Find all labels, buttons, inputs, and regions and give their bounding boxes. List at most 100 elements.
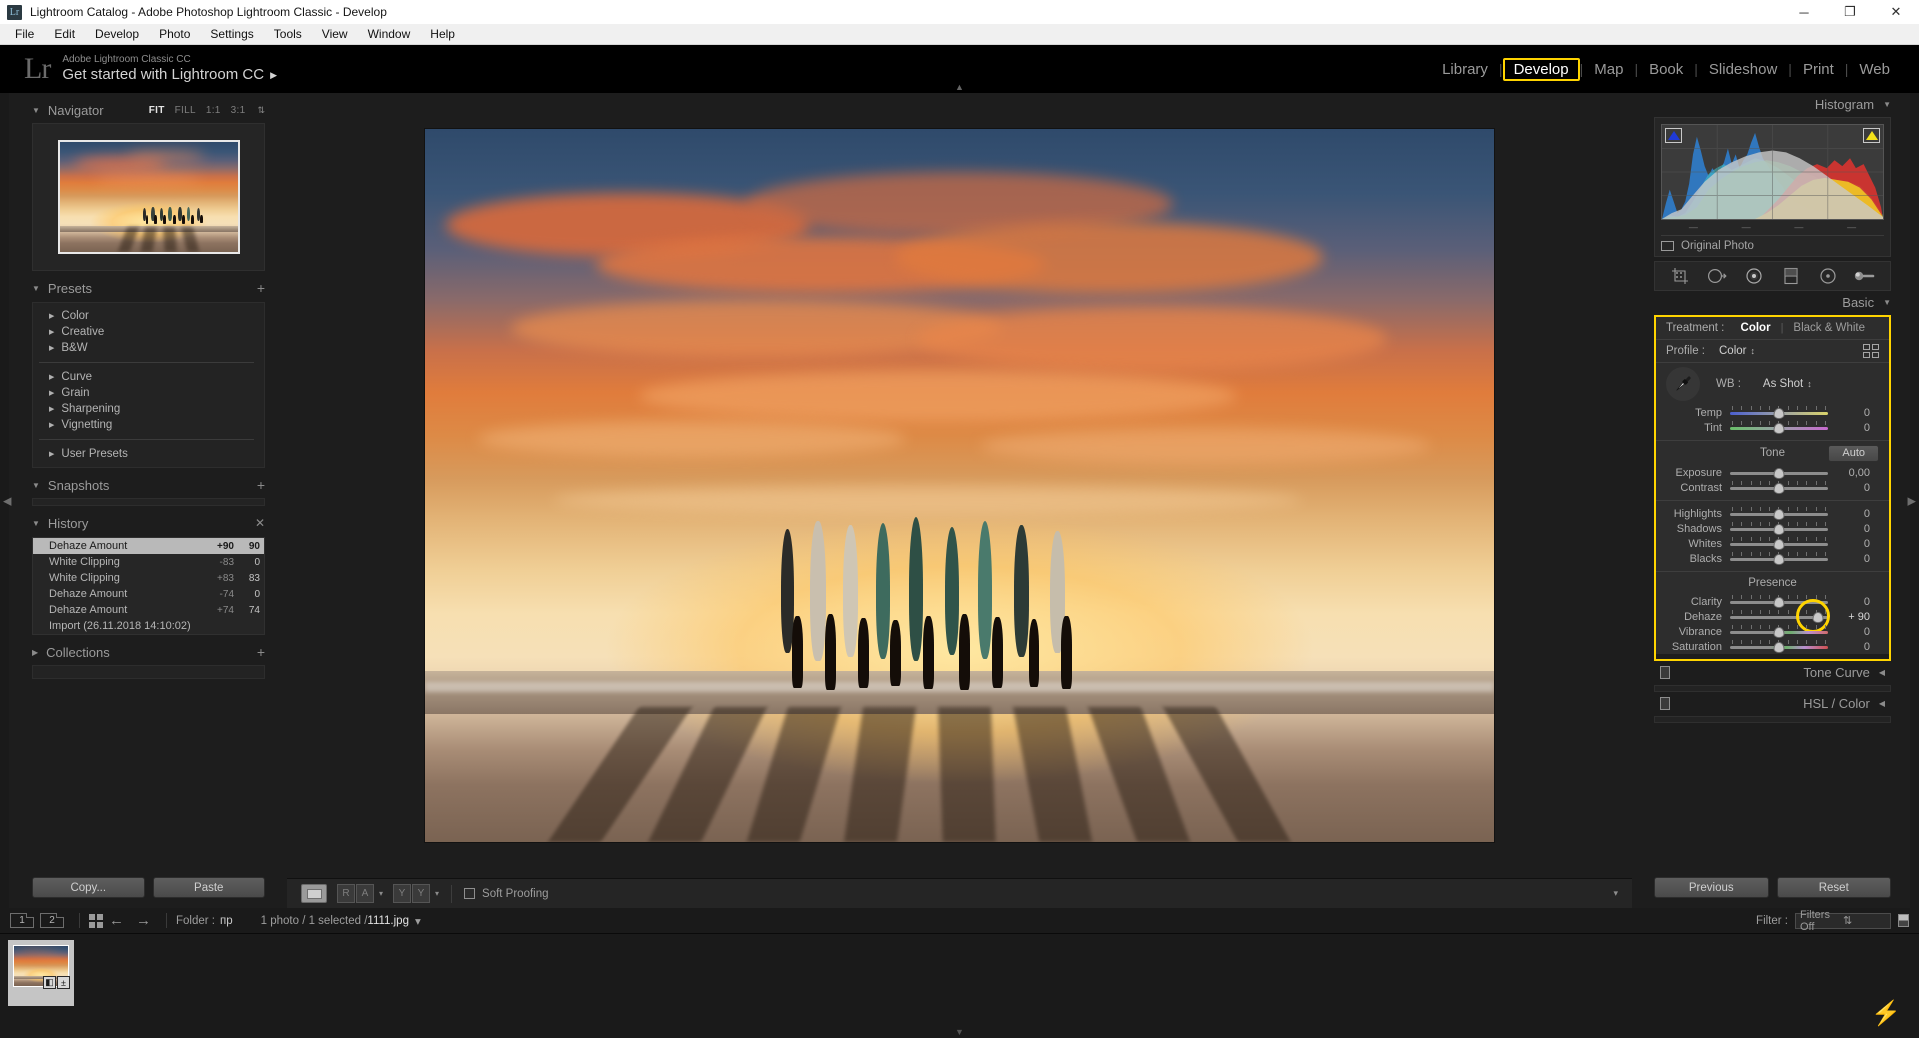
collections-header[interactable]: ▶ Collections + (32, 641, 265, 663)
vibrance-slider[interactable] (1730, 625, 1828, 638)
right-panel-collapse-arrow[interactable]: ▶ (1908, 494, 1916, 507)
temp-slider[interactable] (1730, 406, 1828, 419)
minimize-button[interactable]: ─ (1781, 0, 1827, 24)
compare-view-button[interactable]: R A ▾ (337, 884, 383, 903)
highlights-value[interactable]: 0 (1828, 508, 1870, 520)
filename-caret-icon[interactable]: ▾ (415, 914, 421, 928)
chevron-down-icon[interactable]: ▾ (435, 889, 439, 898)
clarity-slider[interactable] (1730, 595, 1828, 608)
filmstrip-collapse-arrow[interactable]: ▼ (955, 1027, 964, 1037)
develop-badge-icon[interactable]: ± (57, 976, 70, 989)
main-photo[interactable] (425, 129, 1494, 842)
highlight-clipping-icon[interactable] (1863, 128, 1880, 143)
menu-view[interactable]: View (312, 24, 358, 45)
navigator-header[interactable]: ▼ Navigator FIT FILL 1:1 3:1 ⇅ (32, 99, 265, 121)
histogram-header[interactable]: Histogram ▼ (1654, 93, 1891, 115)
go-forward-icon[interactable]: → (136, 913, 151, 928)
history-header[interactable]: ▼ History ✕ (32, 512, 265, 534)
tint-value[interactable]: 0 (1828, 422, 1870, 434)
folder-name[interactable]: пр (220, 915, 233, 927)
module-develop[interactable]: Develop (1502, 57, 1580, 81)
zoom-fit[interactable]: FIT (149, 105, 165, 116)
saturation-slider[interactable] (1730, 640, 1828, 653)
preset-group-sharpening[interactable]: ▶ Sharpening (33, 401, 264, 417)
module-map[interactable]: Map (1583, 58, 1634, 81)
shadows-slider[interactable] (1730, 522, 1828, 535)
graduated-filter-icon[interactable] (1780, 266, 1802, 286)
navigator-preview[interactable] (32, 123, 265, 271)
menu-photo[interactable]: Photo (149, 24, 200, 45)
vibrance-value[interactable]: 0 (1828, 626, 1870, 638)
history-row[interactable]: Dehaze Amount +74 74 (33, 602, 264, 618)
basic-panel-header[interactable]: Basic ▼ (1654, 291, 1891, 313)
toolbar-options-caret[interactable]: ▾ (1613, 888, 1618, 899)
zoom-1-1[interactable]: 1:1 (206, 105, 221, 116)
temp-value[interactable]: 0 (1828, 407, 1870, 419)
menu-develop[interactable]: Develop (85, 24, 149, 45)
secondary-window-button[interactable]: 2 (40, 913, 64, 928)
spot-removal-icon[interactable] (1706, 266, 1728, 286)
exposure-value[interactable]: 0,00 (1828, 467, 1870, 479)
presets-header[interactable]: ▼ Presets + (32, 277, 265, 299)
module-print[interactable]: Print (1792, 58, 1845, 81)
menu-settings[interactable]: Settings (200, 24, 263, 45)
paste-button[interactable]: Paste (152, 877, 265, 898)
menu-tools[interactable]: Tools (264, 24, 312, 45)
zoom-fill[interactable]: FILL (175, 105, 196, 116)
contrast-slider[interactable] (1730, 481, 1828, 494)
module-library[interactable]: Library (1431, 58, 1499, 81)
close-button[interactable]: ✕ (1873, 0, 1919, 24)
previous-button[interactable]: Previous (1654, 877, 1769, 898)
preset-group-bw[interactable]: ▶ B&W (33, 340, 264, 356)
module-slideshow[interactable]: Slideshow (1698, 58, 1788, 81)
exposure-slider[interactable] (1730, 466, 1828, 479)
dehaze-value[interactable]: + 90 (1828, 611, 1870, 623)
radial-filter-icon[interactable] (1817, 266, 1839, 286)
add-preset-button[interactable]: + (257, 281, 265, 295)
preset-group-user-presets[interactable]: ▶ User Presets (33, 446, 264, 462)
clear-history-button[interactable]: ✕ (255, 516, 265, 530)
history-row[interactable]: White Clipping -83 0 (33, 554, 264, 570)
filter-toggle-icon[interactable] (1898, 914, 1909, 927)
sync-bolt-icon[interactable]: ⚡ (1871, 999, 1901, 1028)
tint-slider[interactable] (1730, 421, 1828, 434)
contrast-value[interactable]: 0 (1828, 482, 1870, 494)
soft-proofing-checkbox[interactable] (464, 888, 476, 899)
shadow-clipping-icon[interactable] (1665, 128, 1682, 143)
add-snapshot-button[interactable]: + (257, 478, 265, 492)
chevron-down-icon[interactable]: ▾ (379, 889, 383, 898)
play-arrow-icon[interactable]: ▶ (270, 70, 277, 81)
history-row[interactable]: Import (26.11.2018 14:10:02) (33, 618, 264, 634)
whites-slider[interactable] (1730, 537, 1828, 550)
preset-group-creative[interactable]: ▶ Creative (33, 324, 264, 340)
saturation-value[interactable]: 0 (1828, 641, 1870, 653)
menu-help[interactable]: Help (420, 24, 465, 45)
profile-browser-icon[interactable] (1863, 344, 1879, 358)
history-row[interactable]: Dehaze Amount -74 0 (33, 586, 264, 602)
filter-select[interactable]: Filters Off ⇅ (1795, 909, 1891, 933)
adjustment-brush-icon[interactable] (1854, 266, 1876, 286)
maximize-button[interactable]: ❐ (1827, 0, 1873, 24)
add-collection-button[interactable]: + (257, 645, 265, 659)
survey-view-button[interactable]: Y Y ▾ (393, 884, 439, 903)
white-balance-selector-icon[interactable] (1666, 367, 1700, 401)
wb-value[interactable]: As Shot (1763, 378, 1803, 390)
zoom-stepper-icon[interactable]: ⇅ (257, 105, 265, 116)
menu-file[interactable]: File (5, 24, 44, 45)
treatment-color-option[interactable]: Color (1741, 322, 1771, 334)
red-eye-icon[interactable] (1743, 266, 1765, 286)
history-row[interactable]: Dehaze Amount +90 90 (33, 538, 264, 554)
crop-badge-icon[interactable]: ◧ (43, 976, 56, 989)
hsl-color-switch[interactable] (1660, 696, 1670, 710)
module-web[interactable]: Web (1848, 58, 1901, 81)
menu-edit[interactable]: Edit (44, 24, 85, 45)
preset-group-curve[interactable]: ▶ Curve (33, 369, 264, 385)
clarity-value[interactable]: 0 (1828, 596, 1870, 608)
top-panel-collapse-arrow[interactable]: ▲ (955, 82, 964, 92)
reset-button[interactable]: Reset (1776, 877, 1891, 898)
preset-group-color[interactable]: ▶ Color (33, 308, 264, 324)
left-panel-collapse-arrow[interactable]: ◀ (3, 494, 11, 507)
module-book[interactable]: Book (1638, 58, 1694, 81)
identity-plate[interactable]: Adobe Lightroom Classic CC Get started w… (62, 54, 277, 84)
zoom-3-1[interactable]: 3:1 (231, 105, 246, 116)
